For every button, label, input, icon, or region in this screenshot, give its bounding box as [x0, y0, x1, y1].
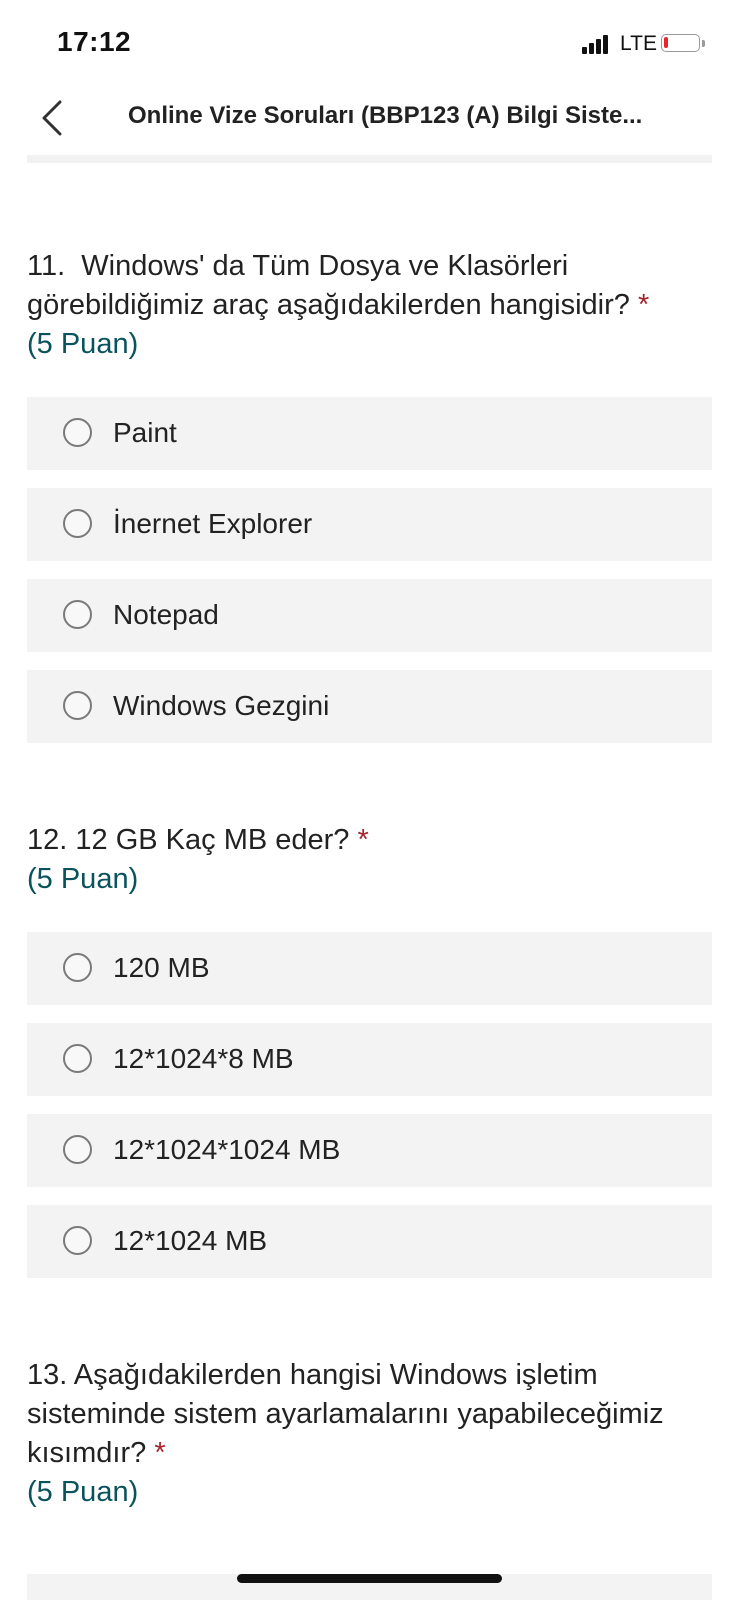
question-number: 11.	[27, 250, 66, 282]
question-13: 13. Aşağıdakilerden hangisi Windows işle…	[27, 1356, 712, 1512]
home-indicator	[237, 1574, 502, 1583]
radio-button-icon[interactable]	[63, 600, 92, 629]
option-label: 12*1024*1024 MB	[113, 1134, 341, 1165]
option-12x1024x1024-mb[interactable]: 12*1024*1024 MB	[27, 1114, 712, 1187]
status-time: 17:12	[57, 26, 132, 57]
required-mark: *	[154, 1437, 166, 1469]
option-label: Windows Gezgini	[113, 690, 330, 721]
option-label: 120 MB	[113, 952, 210, 983]
radio-button-icon[interactable]	[63, 953, 92, 982]
option-label: İnernet Explorer	[113, 508, 313, 539]
option-internet-explorer[interactable]: İnernet Explorer	[27, 488, 712, 561]
option-label: 12*1024 MB	[113, 1225, 268, 1256]
option-list: Paint İnernet Explorer Notepad Windows G…	[27, 397, 712, 743]
radio-button-icon[interactable]	[63, 691, 92, 720]
required-mark: *	[357, 824, 369, 856]
battery-level	[664, 37, 668, 48]
question-11: 11. Windows' da Tüm Dosya ve Klasörleri …	[27, 247, 712, 761]
back-button[interactable]	[36, 96, 76, 140]
page-title: Online Vize Soruları (BBP123 (A) Bilgi S…	[128, 102, 643, 129]
radio-button-icon[interactable]	[63, 1226, 92, 1255]
status-bar: 17:12 LTE	[0, 0, 739, 80]
option-120-mb[interactable]: 120 MB	[27, 932, 712, 1005]
option-12x1024x8-mb[interactable]: 12*1024*8 MB	[27, 1023, 712, 1096]
question-points: (5 Puan)	[27, 863, 139, 895]
battery-cap	[702, 40, 705, 47]
option-paint[interactable]: Paint	[27, 397, 712, 470]
chevron-left-icon	[42, 100, 62, 136]
option-list: 120 MB 12*1024*8 MB 12*1024*1024 MB 12*1…	[27, 932, 712, 1278]
question-points: (5 Puan)	[27, 1476, 139, 1508]
question-title: 11. Windows' da Tüm Dosya ve Klasörleri …	[27, 247, 712, 325]
question-title: 12. 12 GB Kaç MB eder? *	[27, 821, 712, 860]
radio-button-icon[interactable]	[63, 1135, 92, 1164]
question-text: 12 GB Kaç MB eder?	[75, 824, 350, 856]
question-12: 12. 12 GB Kaç MB eder? * (5 Puan) 120 MB…	[27, 821, 712, 1296]
question-points: (5 Puan)	[27, 328, 139, 360]
radio-button-icon[interactable]	[63, 509, 92, 538]
radio-button-icon[interactable]	[63, 1044, 92, 1073]
question-number: 12.	[27, 824, 68, 856]
navigation-bar: Online Vize Soruları (BBP123 (A) Bilgi S…	[0, 86, 739, 150]
option-12x1024-mb[interactable]: 12*1024 MB	[27, 1205, 712, 1278]
option-label: Paint	[113, 417, 177, 448]
question-title: 13. Aşağıdakilerden hangisi Windows işle…	[27, 1356, 712, 1473]
divider	[27, 155, 712, 163]
question-text: Aşağıdakilerden hangisi Windows işletim …	[27, 1359, 664, 1469]
radio-button-icon[interactable]	[63, 418, 92, 447]
required-mark: *	[637, 289, 650, 321]
network-type: LTE	[620, 32, 657, 55]
question-number: 13.	[27, 1359, 68, 1391]
option-notepad[interactable]: Notepad	[27, 579, 712, 652]
option-label: 12*1024*8 MB	[113, 1043, 294, 1074]
battery-icon	[661, 34, 700, 52]
cellular-signal-icon	[582, 34, 612, 54]
question-text: Windows' da Tüm Dosya ve Klasörleri göre…	[27, 250, 630, 321]
option-windows-gezgini[interactable]: Windows Gezgini	[27, 670, 712, 743]
option-label: Notepad	[113, 599, 219, 630]
